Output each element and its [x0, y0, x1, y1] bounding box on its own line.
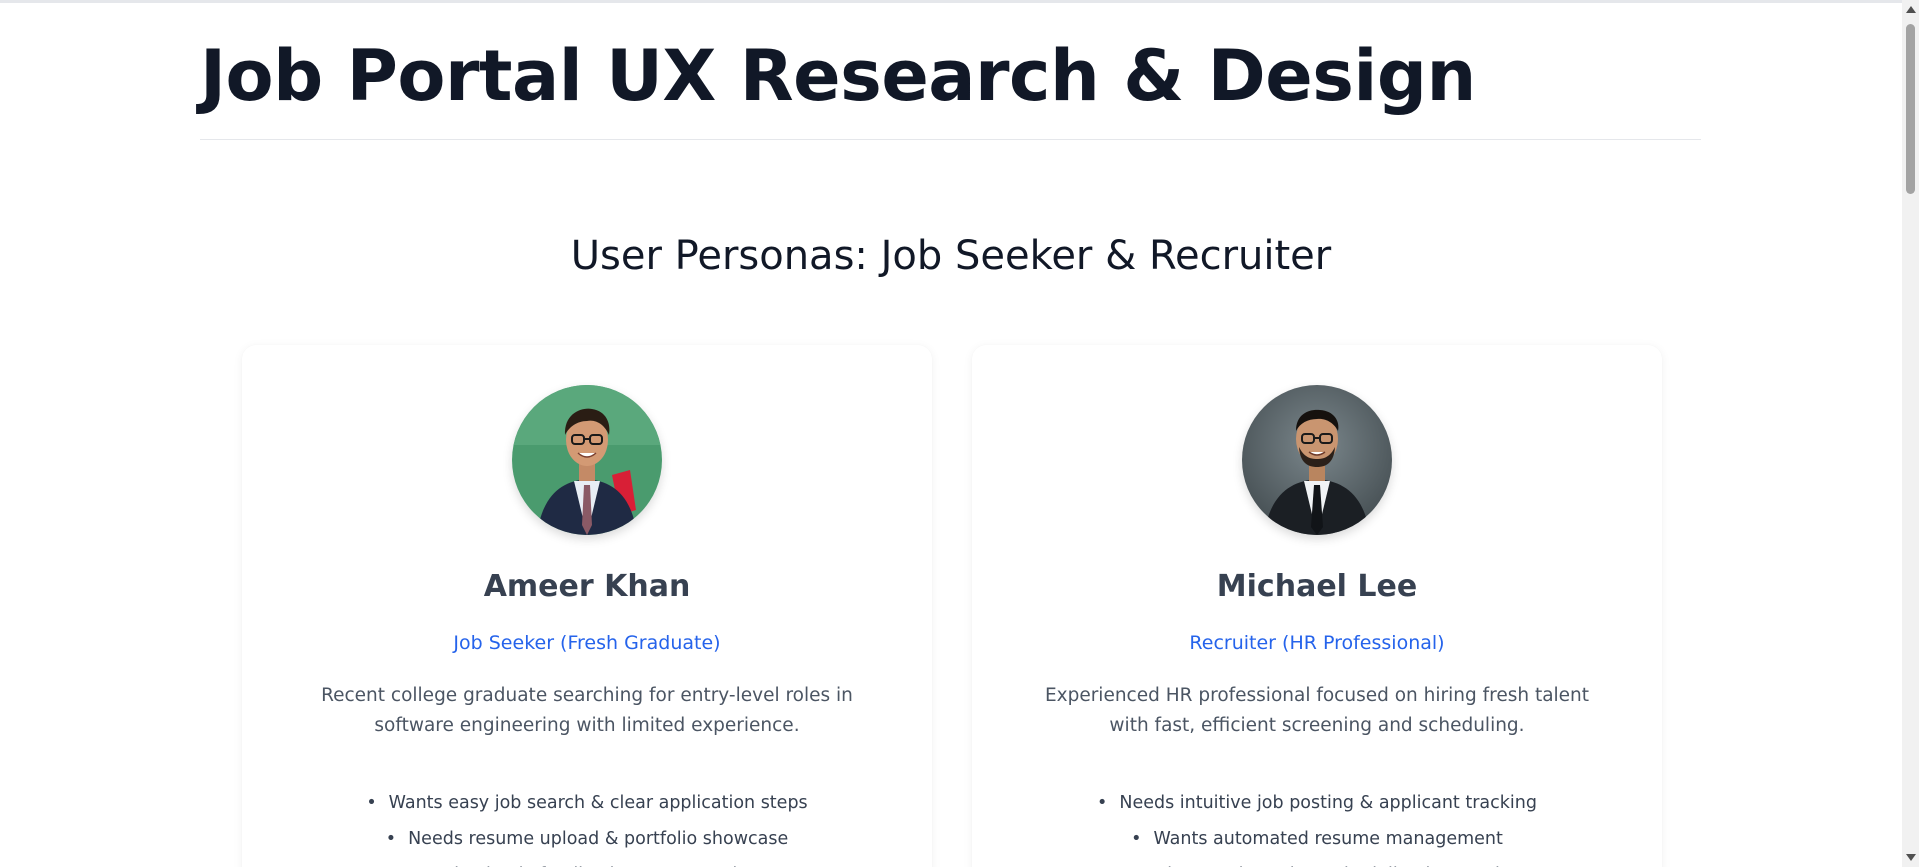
persona-description: Experienced HR professional focused on h…: [1044, 685, 1590, 736]
list-item: Wants automated resume management: [972, 821, 1662, 857]
avatar-job-seeker: [512, 385, 662, 535]
persona-role: Recruiter (HR Professional): [1189, 632, 1445, 654]
scroll-up-arrow-icon[interactable]: [1906, 6, 1916, 13]
list-item: Needs intuitive job posting & applicant …: [972, 785, 1662, 821]
persona-description: Recent college graduate searching for en…: [321, 685, 853, 736]
page-header: Job Portal UX Research & Design: [200, 26, 1701, 140]
persona-needs-list: Needs intuitive job posting & applicant …: [972, 785, 1662, 867]
avatar-recruiter: [1242, 385, 1392, 535]
scroll-down-arrow-icon[interactable]: [1906, 854, 1916, 861]
persona-card-recruiter: Michael Lee Recruiter (HR Professional) …: [972, 345, 1662, 867]
job-seeker-photo-icon: [512, 385, 662, 535]
page-title: Job Portal UX Research & Design: [200, 35, 1476, 117]
list-item: Needs resume upload & portfolio showcase: [242, 821, 932, 857]
list-item: Wants easy job search & clear applicatio…: [242, 785, 932, 821]
recruiter-photo-icon: [1242, 385, 1392, 535]
persona-card-job-seeker: Ameer Khan Job Seeker (Fresh Graduate) R…: [242, 345, 932, 867]
scroll-thumb[interactable]: [1906, 24, 1915, 194]
persona-name: Ameer Khan: [483, 569, 691, 604]
list-item: Seeks easy interview scheduling integrat…: [972, 857, 1662, 867]
vertical-scrollbar[interactable]: [1902, 0, 1919, 867]
page-viewport: Job Portal UX Research & Design User Per…: [0, 0, 1919, 867]
persona-needs-list: Wants easy job search & clear applicatio…: [242, 785, 932, 867]
top-divider: [0, 0, 1902, 3]
persona-name: Michael Lee: [1216, 569, 1418, 604]
persona-role: Job Seeker (Fresh Graduate): [453, 632, 721, 654]
section-title: User Personas: Job Seeker & Recruiter: [570, 233, 1332, 279]
list-item: Seeks timely feedback & status updates: [242, 857, 932, 867]
